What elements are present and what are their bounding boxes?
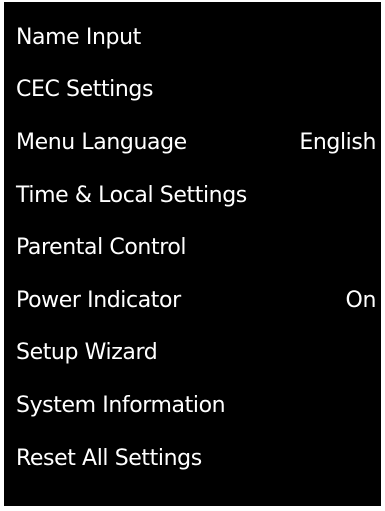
menu-language-value: English: [299, 129, 376, 155]
menu-item-label: Menu Language: [16, 129, 187, 155]
menu-item-label: Name Input: [16, 24, 141, 50]
menu-item-time-local-settings[interactable]: Time & Local Settings: [4, 169, 381, 222]
settings-menu: Name Input CEC Settings Menu Language En…: [4, 2, 381, 506]
menu-item-label: Setup Wizard: [16, 340, 158, 366]
menu-item-power-indicator[interactable]: Power Indicator On: [4, 274, 381, 327]
menu-item-label: CEC Settings: [16, 77, 154, 103]
menu-item-setup-wizard[interactable]: Setup Wizard: [4, 327, 381, 380]
menu-item-label: Time & Local Settings: [16, 182, 247, 208]
menu-item-label: Power Indicator: [16, 287, 181, 313]
menu-item-menu-language[interactable]: Menu Language English: [4, 116, 381, 169]
menu-item-label: System Information: [16, 392, 226, 418]
menu-item-parental-control[interactable]: Parental Control: [4, 221, 381, 274]
menu-item-reset-all-settings[interactable]: Reset All Settings: [4, 432, 381, 485]
menu-item-label: Reset All Settings: [16, 445, 202, 471]
menu-item-label: Parental Control: [16, 235, 187, 261]
menu-item-cec-settings[interactable]: CEC Settings: [4, 64, 381, 117]
menu-item-system-information[interactable]: System Information: [4, 379, 381, 432]
power-indicator-value: On: [345, 287, 377, 313]
menu-item-name-input[interactable]: Name Input: [4, 11, 381, 64]
